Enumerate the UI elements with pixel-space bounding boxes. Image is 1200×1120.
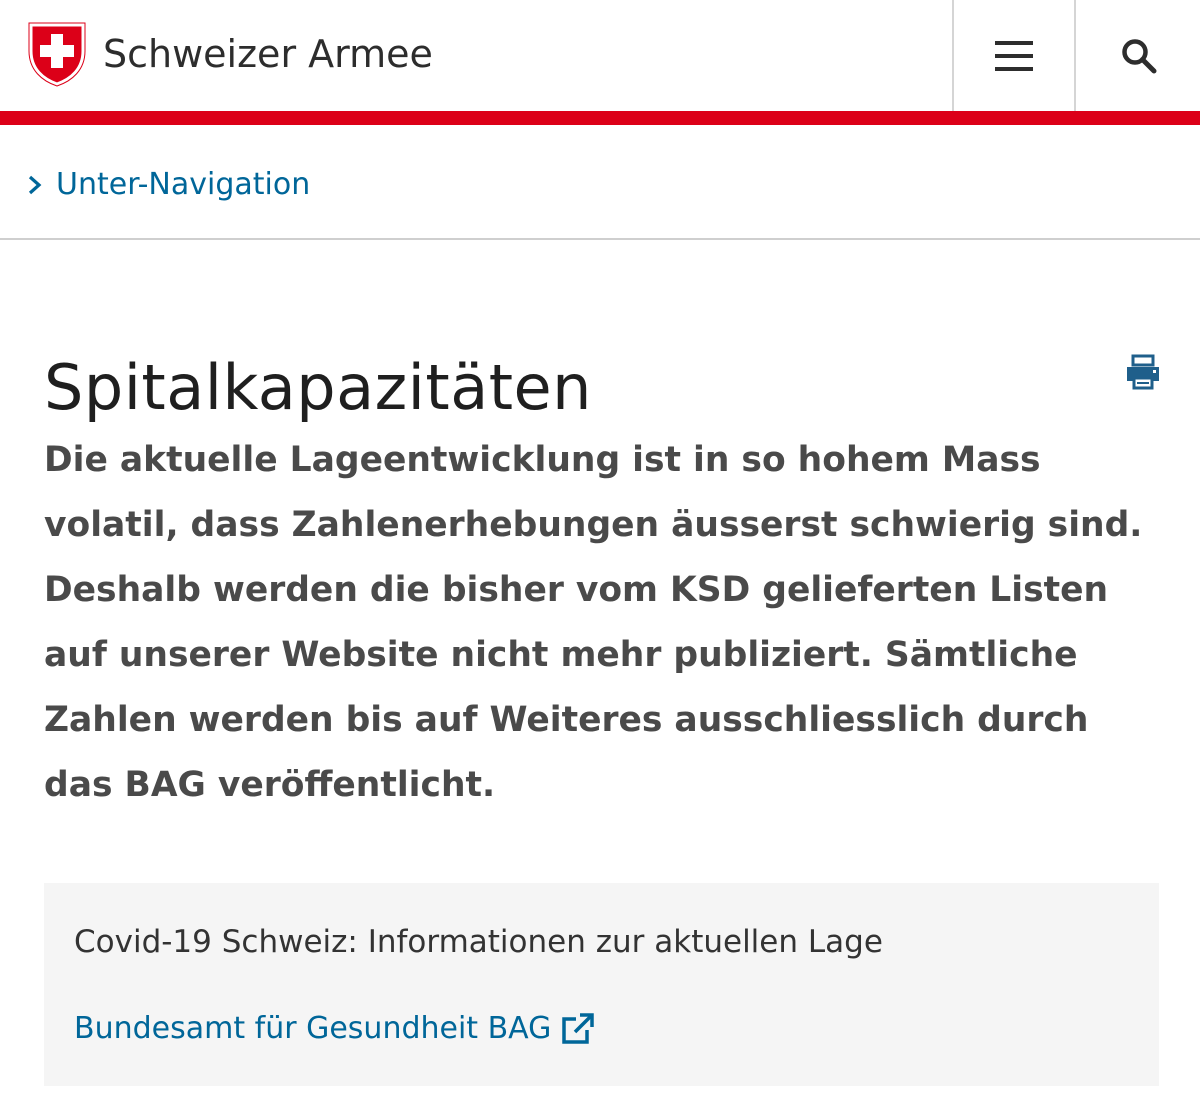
- print-icon: [1127, 354, 1159, 390]
- header-accent-bar: [0, 111, 1200, 125]
- info-box-text: Covid-19 Schweiz: Informationen zur aktu…: [74, 924, 883, 960]
- search-button[interactable]: [1078, 0, 1200, 111]
- swiss-shield-icon[interactable]: [27, 21, 87, 87]
- sub-navigation-label: Unter-Navigation: [56, 167, 311, 202]
- info-box: Covid-19 Schweiz: Informationen zur aktu…: [44, 883, 1159, 1086]
- site-header: Schweizer Armee: [0, 0, 1200, 111]
- page-title: Spitalkapazitäten: [44, 351, 592, 424]
- lead-paragraph: Die aktuelle Lageentwicklung ist in so h…: [44, 440, 1143, 805]
- hamburger-menu-icon: [995, 40, 1033, 71]
- print-button[interactable]: [1124, 353, 1162, 391]
- sub-navigation-toggle[interactable]: Unter-Navigation: [26, 165, 310, 205]
- external-link-icon: [562, 1013, 595, 1044]
- sub-navigation: Unter-Navigation: [0, 125, 1200, 240]
- bag-link-label: Bundesamt für Gesundheit BAG: [74, 1011, 552, 1046]
- bag-link[interactable]: Bundesamt für Gesundheit BAG: [74, 1007, 595, 1051]
- chevron-right-icon: [28, 175, 42, 195]
- search-icon: [1122, 38, 1157, 73]
- brand-name[interactable]: Schweizer Armee: [103, 26, 433, 82]
- page: Schweizer Armee Unter-Navigation Spitalk…: [0, 0, 1200, 1120]
- menu-button[interactable]: [952, 0, 1076, 111]
